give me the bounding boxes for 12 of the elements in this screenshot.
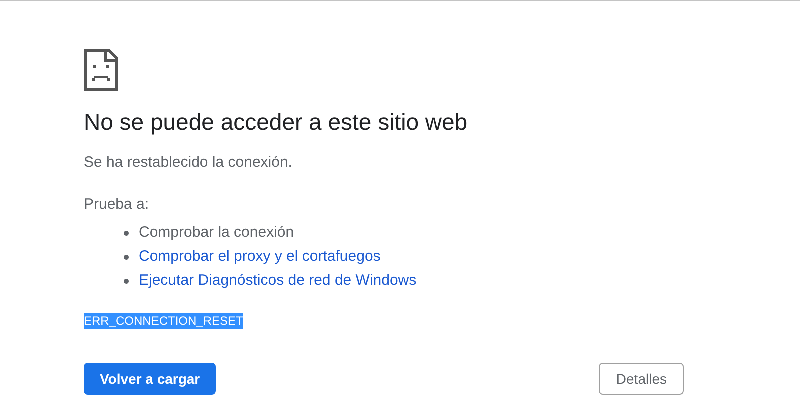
suggestion-link[interactable]: Ejecutar Diagnósticos de red de Windows xyxy=(139,270,417,292)
details-button[interactable]: Detalles xyxy=(599,363,684,395)
suggestions-heading: Prueba a: xyxy=(84,195,150,215)
bullet-icon xyxy=(124,230,129,236)
bullet-icon xyxy=(124,278,129,284)
error-code: ERR_CONNECTION_RESET xyxy=(84,313,244,329)
reload-button[interactable]: Volver a cargar xyxy=(84,363,216,395)
error-message: Se ha restablecido la conexión. xyxy=(84,153,292,173)
error-title: No se puede acceder a este sitio web xyxy=(84,108,468,137)
suggestion-text: Comprobar la conexión xyxy=(139,222,294,243)
bullet-icon xyxy=(124,254,129,260)
suggestion-link[interactable]: Comprobar el proxy y el cortafuegos xyxy=(139,246,381,268)
